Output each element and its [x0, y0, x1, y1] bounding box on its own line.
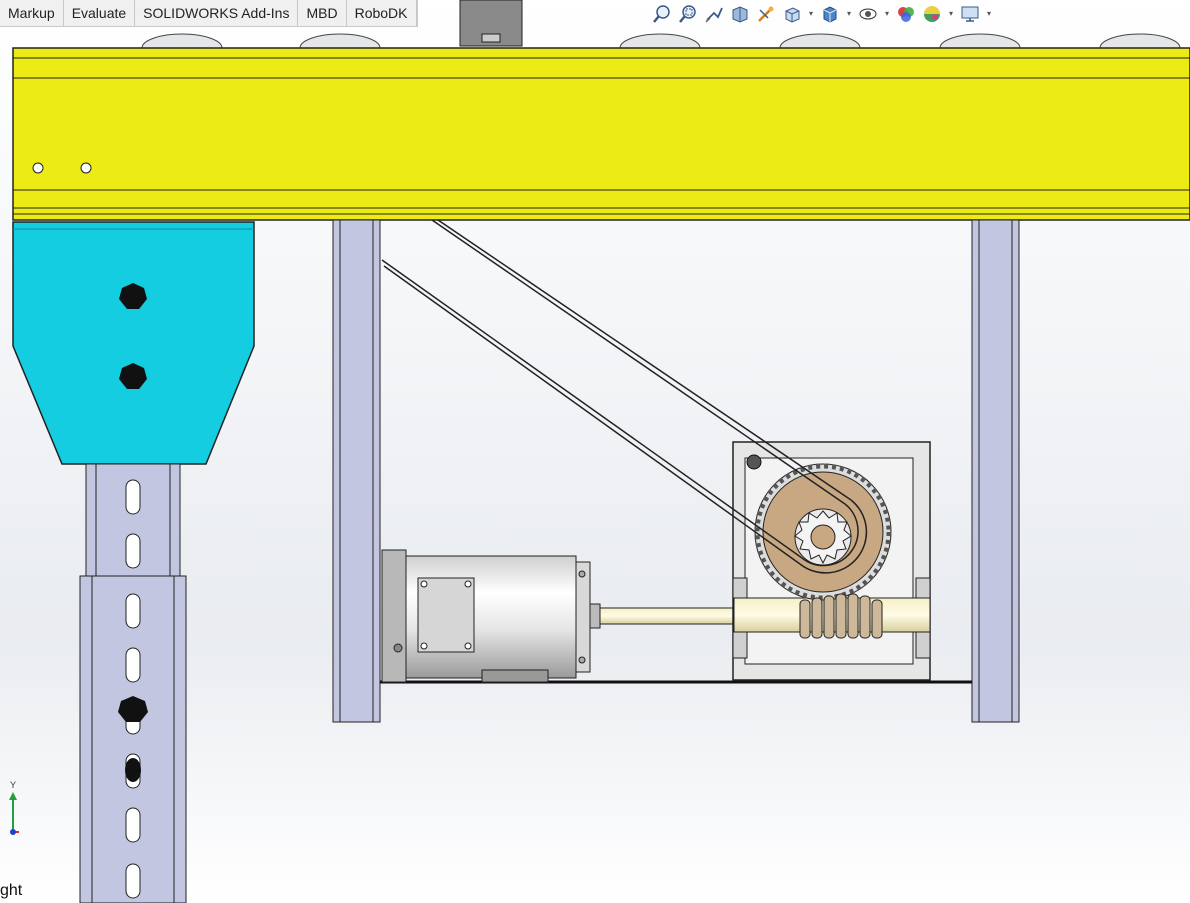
mount-bracket [12, 221, 255, 465]
zoom-to-area-icon[interactable] [676, 2, 700, 26]
edit-appearance-icon[interactable] [894, 2, 918, 26]
section-view-icon[interactable] [728, 2, 752, 26]
tab-robodk[interactable]: RoboDK [347, 0, 417, 26]
conveyor-rollers [141, 33, 1181, 49]
view-orientation-icon[interactable] [780, 2, 804, 26]
previous-view-icon[interactable] [702, 2, 726, 26]
heads-up-view-toolbar: ▾ ▾ ▾ ▾ ▾ [650, 2, 994, 26]
view-settings-icon[interactable] [958, 2, 982, 26]
left-slotted-upright [79, 463, 187, 903]
chevron-down-icon[interactable]: ▾ [946, 2, 956, 26]
chevron-down-icon[interactable]: ▾ [984, 2, 994, 26]
scene-icon[interactable] [920, 2, 944, 26]
view-orientation-label: ght [0, 882, 23, 899]
tab-markup[interactable]: Markup [0, 0, 64, 26]
tab-mbd[interactable]: MBD [298, 0, 347, 26]
triad-axis-label: Y [10, 780, 17, 790]
drive-shaft [599, 607, 735, 625]
top-stand-block [459, 0, 523, 47]
chevron-down-icon[interactable]: ▾ [806, 2, 816, 26]
chevron-down-icon[interactable]: ▾ [882, 2, 892, 26]
worm-gearbox [732, 441, 931, 681]
command-manager-tabs: Markup Evaluate SOLIDWORKS Add-Ins MBD R… [0, 0, 418, 27]
chevron-down-icon[interactable]: ▾ [844, 2, 854, 26]
dynamic-annotation-icon[interactable] [754, 2, 778, 26]
conveyor-frame [12, 47, 1190, 221]
display-style-icon[interactable] [818, 2, 842, 26]
tab-solidworks-add-ins[interactable]: SOLIDWORKS Add-Ins [135, 0, 299, 26]
coordinate-triad [9, 792, 19, 835]
graphics-area[interactable] [0, 0, 1190, 903]
hide-show-items-icon[interactable] [856, 2, 880, 26]
electric-motor [381, 549, 601, 683]
tab-evaluate[interactable]: Evaluate [64, 0, 136, 26]
zoom-to-fit-icon[interactable] [650, 2, 674, 26]
